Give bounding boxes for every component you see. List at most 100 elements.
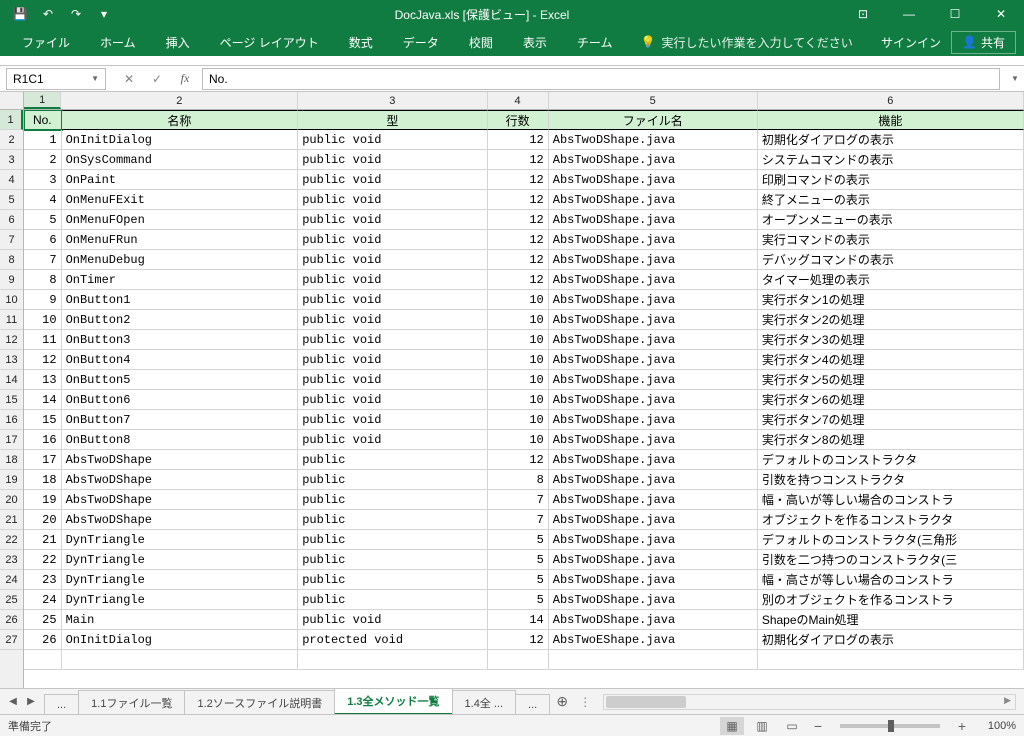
table-header-cell[interactable]: 型	[298, 110, 487, 130]
table-cell[interactable]: デフォルトのコンストラクタ(三角形	[758, 530, 1024, 550]
cell-grid[interactable]: No.名称型行数ファイル名機能1OnInitDialogpublic void1…	[24, 110, 1024, 688]
row-header[interactable]: 11	[0, 310, 23, 330]
row-header[interactable]: 24	[0, 570, 23, 590]
minimize-icon[interactable]: —	[886, 0, 932, 28]
row-header[interactable]: 6	[0, 210, 23, 230]
table-cell[interactable]: AbsTwoEShape.java	[549, 630, 758, 650]
table-cell[interactable]: AbsTwoDShape.java	[549, 490, 758, 510]
table-cell[interactable]: オープンメニューの表示	[758, 210, 1024, 230]
ribbon-tab-3[interactable]: ページ レイアウト	[206, 28, 333, 56]
table-cell[interactable]: 8	[24, 270, 62, 290]
row-header[interactable]: 18	[0, 450, 23, 470]
table-cell[interactable]: AbsTwoDShape.java	[549, 250, 758, 270]
table-cell[interactable]: AbsTwoDShape.java	[549, 190, 758, 210]
table-cell[interactable]: DynTriangle	[62, 550, 299, 570]
table-cell[interactable]: 16	[24, 430, 62, 450]
row-header[interactable]: 26	[0, 610, 23, 630]
table-cell[interactable]: AbsTwoDShape	[62, 470, 299, 490]
table-cell[interactable]: 11	[24, 330, 62, 350]
table-cell[interactable]: 実行ボタン7の処理	[758, 410, 1024, 430]
table-header-cell[interactable]: No.	[24, 110, 62, 130]
table-header-cell[interactable]: 名称	[62, 110, 299, 130]
close-icon[interactable]: ✕	[978, 0, 1024, 28]
table-cell[interactable]: OnMenuFExit	[62, 190, 299, 210]
row-header[interactable]: 20	[0, 490, 23, 510]
ribbon-options-icon[interactable]: ⊡	[840, 0, 886, 28]
table-cell[interactable]: 8	[488, 470, 549, 490]
table-cell[interactable]: 18	[24, 470, 62, 490]
sheet-tab[interactable]: 1.1ファイル一覧	[78, 690, 185, 715]
table-cell[interactable]: ShapeのMain処理	[758, 610, 1024, 630]
table-cell[interactable]: システムコマンドの表示	[758, 150, 1024, 170]
table-cell[interactable]: OnButton1	[62, 290, 299, 310]
table-cell[interactable]: AbsTwoDShape	[62, 510, 299, 530]
table-cell[interactable]: 4	[24, 190, 62, 210]
table-cell[interactable]: 初期化ダイアログの表示	[758, 630, 1024, 650]
table-cell[interactable]: OnPaint	[62, 170, 299, 190]
chevron-down-icon[interactable]: ▼	[91, 74, 99, 83]
table-cell[interactable]: public void	[298, 410, 487, 430]
table-cell[interactable]: public void	[298, 290, 487, 310]
table-cell[interactable]: public	[298, 470, 487, 490]
table-cell[interactable]	[24, 650, 62, 670]
table-cell[interactable]: 幅・高さが等しい場合のコンストラ	[758, 570, 1024, 590]
tab-next-icon[interactable]: ▶	[22, 691, 40, 713]
table-cell[interactable]: 6	[24, 230, 62, 250]
table-cell[interactable]: AbsTwoDShape	[62, 490, 299, 510]
table-cell[interactable]: 7	[24, 250, 62, 270]
table-cell[interactable]: AbsTwoDShape.java	[549, 590, 758, 610]
table-cell[interactable]: 幅・高いが等しい場合のコンストラ	[758, 490, 1024, 510]
col-header[interactable]: 2	[61, 92, 298, 109]
table-cell[interactable]: OnMenuFOpen	[62, 210, 299, 230]
scrollbar-thumb[interactable]	[606, 696, 686, 708]
row-header[interactable]: 3	[0, 150, 23, 170]
table-cell[interactable]: 17	[24, 450, 62, 470]
table-cell[interactable]: public void	[298, 310, 487, 330]
table-cell[interactable]	[298, 650, 487, 670]
scroll-right-icon[interactable]: ▶	[1004, 695, 1011, 706]
table-cell[interactable]: デバッグコマンドの表示	[758, 250, 1024, 270]
table-cell[interactable]: 13	[24, 370, 62, 390]
ribbon-tab-0[interactable]: ファイル	[8, 28, 84, 56]
table-cell[interactable]: AbsTwoDShape.java	[549, 130, 758, 150]
table-cell[interactable]: AbsTwoDShape.java	[549, 270, 758, 290]
ribbon-tab-1[interactable]: ホーム	[86, 28, 150, 56]
table-cell[interactable]: 10	[488, 290, 549, 310]
table-cell[interactable]: OnButton6	[62, 390, 299, 410]
row-header[interactable]: 5	[0, 190, 23, 210]
table-cell[interactable]: 5	[488, 530, 549, 550]
formula-input[interactable]: No.	[202, 68, 1000, 90]
row-header[interactable]: 25	[0, 590, 23, 610]
col-header[interactable]: 6	[758, 92, 1024, 109]
add-sheet-icon[interactable]: ⊕	[549, 693, 575, 710]
table-cell[interactable]: AbsTwoDShape	[62, 450, 299, 470]
table-cell[interactable]: public	[298, 570, 487, 590]
table-cell[interactable]: AbsTwoDShape.java	[549, 170, 758, 190]
share-button[interactable]: 👤 共有	[951, 31, 1016, 54]
table-cell[interactable]: AbsTwoDShape.java	[549, 150, 758, 170]
tab-prev-icon[interactable]: ◀	[4, 691, 22, 713]
table-cell[interactable]: public void	[298, 270, 487, 290]
table-cell[interactable]: AbsTwoDShape.java	[549, 290, 758, 310]
table-cell[interactable]: 12	[488, 130, 549, 150]
table-cell[interactable]: 5	[488, 590, 549, 610]
table-cell[interactable]: AbsTwoDShape.java	[549, 550, 758, 570]
table-header-cell[interactable]: 行数	[488, 110, 549, 130]
table-cell[interactable]: protected void	[298, 630, 487, 650]
row-header[interactable]: 27	[0, 630, 23, 650]
row-header[interactable]: 14	[0, 370, 23, 390]
col-header[interactable]: 1	[24, 92, 61, 109]
table-cell[interactable]: public void	[298, 210, 487, 230]
table-cell[interactable]: 5	[488, 550, 549, 570]
table-cell[interactable]: 14	[488, 610, 549, 630]
table-cell[interactable]: public void	[298, 370, 487, 390]
row-header[interactable]: 7	[0, 230, 23, 250]
table-cell[interactable]: 10	[488, 310, 549, 330]
table-cell[interactable]: 10	[488, 430, 549, 450]
row-header[interactable]: 17	[0, 430, 23, 450]
table-cell[interactable]: 12	[488, 170, 549, 190]
table-cell[interactable]: 10	[24, 310, 62, 330]
table-cell[interactable]: OnMenuFRun	[62, 230, 299, 250]
redo-icon[interactable]: ↷	[64, 2, 88, 26]
table-cell[interactable]: 10	[488, 350, 549, 370]
